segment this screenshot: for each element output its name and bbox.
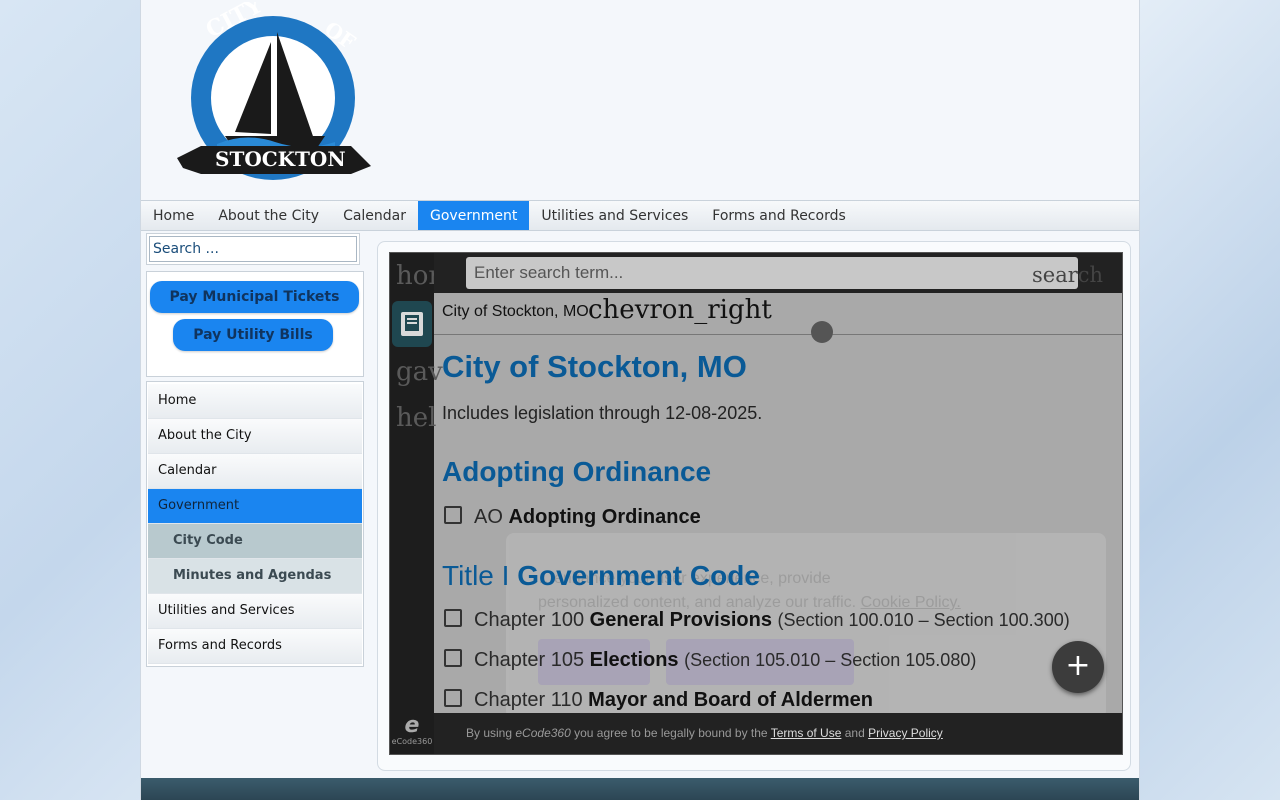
ecode-logo[interactable]: e eCode360 — [390, 715, 434, 747]
chevron-right-icon: chevron_right — [588, 295, 772, 325]
sidebar-search-input[interactable] — [149, 236, 357, 262]
rail-gavel-text[interactable]: gav — [396, 357, 443, 387]
list-item[interactable]: Chapter 110 Mayor and Board of Aldermen — [444, 689, 873, 712]
sidebar-search-box — [146, 233, 360, 265]
list-item[interactable]: Chapter 105 Elections (Section 105.010 –… — [444, 649, 976, 672]
svg-text:STOCKTON: STOCKTON — [215, 147, 346, 171]
section-heading-adopting-ordinance[interactable]: Adopting Ordinance — [442, 456, 711, 488]
rail-help-text[interactable]: hel — [396, 403, 436, 433]
footer-text: and — [844, 726, 865, 740]
sidebar-item-calendar[interactable]: Calendar — [148, 454, 362, 489]
pay-municipal-tickets-button[interactable]: Pay Municipal Tickets — [150, 281, 359, 313]
sidebar-item-utilities-and-services[interactable]: Utilities and Services — [148, 594, 362, 629]
list-item[interactable]: Chapter 100 General Provisions (Section … — [444, 609, 1070, 632]
topnav-home[interactable]: Home — [141, 201, 206, 230]
sidebar-item-about-the-city[interactable]: About the City — [148, 419, 362, 454]
chapter-range: (Section 105.010 – Section 105.080) — [684, 650, 977, 670]
chapter-number: Chapter 100 — [474, 609, 585, 631]
chapter-title[interactable]: Mayor and Board of Aldermen — [588, 689, 873, 711]
page-title: City of Stockton, MO — [442, 349, 747, 384]
pay-utility-bills-button[interactable]: Pay Utility Bills — [173, 319, 333, 351]
sidebar-menu: Home About the City Calendar Government … — [146, 381, 364, 667]
sidebar-subitem-minutes-and-agendas[interactable]: Minutes and Agendas — [148, 559, 362, 594]
legal-footer-bar: By using eCode360 you agree to be legall… — [434, 713, 1122, 754]
status-dot-icon — [811, 321, 833, 343]
title-prefix: Title I — [442, 560, 510, 591]
page-subtitle: Includes legislation through 12-08-2025. — [442, 403, 763, 423]
sidebar-item-government[interactable]: Government — [148, 489, 362, 524]
row-title[interactable]: Adopting Ordinance — [508, 506, 700, 528]
checkbox[interactable] — [444, 506, 462, 524]
section-heading-title-i[interactable]: Title I Government Code — [442, 560, 760, 592]
ecode-logo-label: eCode360 — [391, 737, 433, 746]
ecode-search-input[interactable]: Enter search term... — [466, 257, 1078, 289]
footer-text: By using — [466, 726, 513, 740]
topnav-utilities-and-services[interactable]: Utilities and Services — [529, 201, 700, 230]
topnav-government[interactable]: Government — [418, 201, 530, 230]
privacy-policy-link[interactable]: Privacy Policy — [868, 726, 943, 740]
ecode-topbar: Enter search term... search — [434, 253, 1122, 293]
footer-text: you agree to be legally bound by the — [574, 726, 768, 740]
ecode-left-rail: hor gav hel e eCode360 — [390, 253, 443, 754]
topnav-forms-and-records[interactable]: Forms and Records — [700, 201, 857, 230]
chapter-title[interactable]: General Provisions — [590, 609, 772, 631]
sidebar-subitem-city-code[interactable]: City Code — [148, 524, 362, 559]
topnav-calendar[interactable]: Calendar — [331, 201, 418, 230]
sidebar-item-forms-and-records[interactable]: Forms and Records — [148, 629, 362, 664]
search-icon[interactable]: search — [1032, 263, 1103, 287]
chapter-range: (Section 100.010 – Section 100.300) — [777, 610, 1070, 630]
top-navigation: Home About the City Calendar Government … — [141, 200, 1139, 231]
ecode-embed-frame: hor gav hel e eCode360 Enter search term… — [389, 252, 1123, 755]
chapter-title[interactable]: Elections — [590, 649, 679, 671]
chapter-number: Chapter 110 — [474, 689, 583, 711]
topnav-about-the-city[interactable]: About the City — [206, 201, 331, 230]
checkbox[interactable] — [444, 689, 462, 707]
sidebar-item-home[interactable]: Home — [148, 384, 362, 419]
chapter-number: Chapter 105 — [474, 649, 585, 671]
row-prefix: AO — [474, 506, 503, 528]
sidebar: Pay Municipal Tickets Pay Utility Bills … — [146, 233, 364, 667]
terms-of-use-link[interactable]: Terms of Use — [771, 726, 842, 740]
site-footer — [141, 778, 1139, 800]
payment-widget: Pay Municipal Tickets Pay Utility Bills — [146, 271, 364, 377]
page-container: CITY OF STOCKTON Home About the City Cal… — [140, 0, 1140, 800]
list-item[interactable]: AO Adopting Ordinance — [444, 506, 701, 529]
checkbox[interactable] — [444, 649, 462, 667]
add-button[interactable]: + — [1052, 641, 1104, 693]
breadcrumb-item[interactable]: City of Stockton, MO — [442, 303, 589, 321]
title-name: Government Code — [517, 560, 760, 591]
breadcrumb: City of Stockton, MO chevron_right — [434, 293, 1122, 343]
checkbox[interactable] — [444, 609, 462, 627]
book-icon[interactable] — [392, 301, 432, 347]
city-logo[interactable]: CITY OF STOCKTON — [165, 0, 377, 198]
footer-brand: eCode360 — [515, 726, 571, 740]
